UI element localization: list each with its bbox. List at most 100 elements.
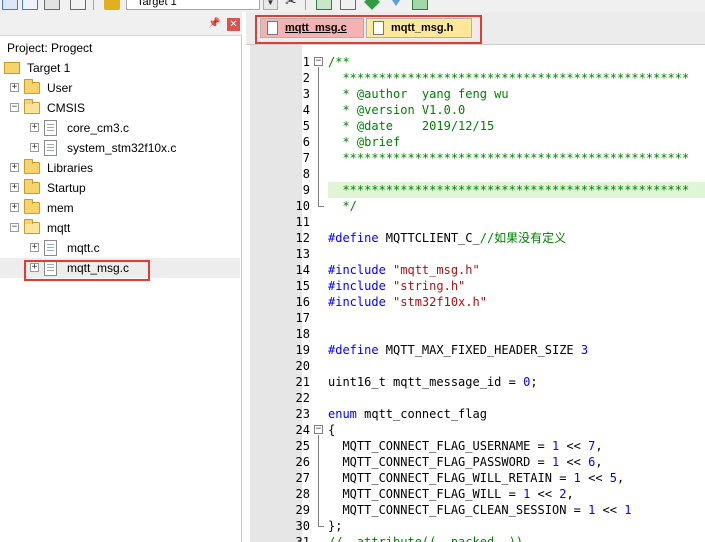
code-token: 1 (624, 503, 632, 517)
line-number: 19 (295, 343, 310, 357)
code-token: enum (328, 407, 357, 421)
window-icon[interactable] (22, 0, 38, 10)
code-token: //如果没有定义 (479, 231, 567, 245)
code-text: ****************************************… (328, 150, 705, 166)
expand-icon[interactable]: + (30, 143, 39, 152)
collapse-icon[interactable]: − (10, 223, 19, 232)
code-token: 5 (609, 471, 618, 485)
window-stack-icon[interactable] (340, 0, 356, 10)
code-line[interactable]: 17 (246, 310, 705, 326)
line-number: 21 (295, 375, 310, 389)
code-token: #include (328, 295, 386, 309)
target-options-icon[interactable]: ✂ (285, 0, 301, 10)
code-text: MQTT_CONNECT_FLAG_USERNAME = 1 << 7, (328, 438, 705, 454)
tree-item[interactable]: + User (0, 78, 240, 98)
tree-item[interactable]: Target 1 (0, 58, 240, 78)
code-line[interactable]: 4 * @version V1.0.0 (246, 102, 705, 118)
code-line[interactable]: 27 MQTT_CONNECT_FLAG_WILL_RETAIN = 1 << … (246, 470, 705, 486)
code-line[interactable]: 12 #define MQTTCLIENT_C_//如果没有定义 (246, 230, 705, 246)
code-token: * @date 2019/12/15 (328, 119, 495, 133)
copy-icon[interactable] (70, 0, 86, 10)
fold-toggle-icon[interactable]: − (314, 57, 323, 66)
tree-item-label: system_stm32f10x.c (67, 141, 177, 155)
expand-icon[interactable]: + (30, 123, 39, 132)
target-select[interactable]: Target 1 (126, 0, 260, 10)
tree-item[interactable]: + Startup (0, 178, 240, 198)
stack-icon[interactable] (44, 0, 60, 10)
code-line[interactable]: 13 (246, 246, 705, 262)
close-icon[interactable]: ✕ (227, 18, 240, 31)
code-line[interactable]: 8 (246, 166, 705, 182)
code-token: MQTT_CONNECT_FLAG_PASSWORD = (328, 455, 552, 469)
funnel-icon[interactable] (388, 0, 404, 10)
tree-item[interactable]: − mqtt (0, 218, 240, 238)
code-token: MQTT_CONNECT_FLAG_USERNAME = (328, 439, 552, 453)
code-line[interactable]: 31 //__attribute((__packed__)) (246, 534, 705, 542)
code-line[interactable]: 15 #include "string.h" (246, 278, 705, 294)
chevron-down-icon[interactable]: ▼ (263, 0, 278, 10)
code-token: << (595, 503, 625, 517)
code-line[interactable]: 23 enum mqtt_connect_flag (246, 406, 705, 422)
code-line[interactable]: 2 **************************************… (246, 70, 705, 86)
tree-item-label: mqtt.c (67, 241, 100, 255)
code-text: enum mqtt_connect_flag (328, 406, 705, 422)
tree-item[interactable]: + core_cm3.c (0, 118, 240, 138)
check-icon[interactable] (412, 0, 428, 10)
code-token: << (559, 455, 589, 469)
code-line[interactable]: 1−/** (246, 54, 705, 70)
code-line[interactable]: 29 MQTT_CONNECT_FLAG_CLEAN_SESSION = 1 <… (246, 502, 705, 518)
code-line[interactable]: 7 **************************************… (246, 150, 705, 166)
code-line[interactable]: 5 * @date 2019/12/15 (246, 118, 705, 134)
toolbar: Target 1 ▼ ✂ (0, 0, 705, 12)
folder-icon (24, 199, 40, 214)
code-line[interactable]: 22 (246, 390, 705, 406)
expand-icon[interactable]: + (10, 163, 19, 172)
code-line[interactable]: 16 #include "stm32f10x.h" (246, 294, 705, 310)
tree-item[interactable]: + mqtt.c (0, 238, 240, 258)
diamond-down-icon[interactable] (364, 0, 380, 10)
expand-icon[interactable]: + (10, 183, 19, 192)
code-token: 1 (573, 471, 581, 485)
build-icon[interactable] (104, 0, 120, 10)
code-line[interactable]: 10 */ (246, 198, 705, 214)
code-token: */ (328, 199, 357, 213)
code-line[interactable]: 26 MQTT_CONNECT_FLAG_PASSWORD = 1 << 6, (246, 454, 705, 470)
code-line[interactable]: 11 (246, 214, 705, 230)
tree-item[interactable]: + Libraries (0, 158, 240, 178)
line-number: 6 (302, 135, 310, 149)
code-line[interactable]: 19 #define MQTT_MAX_FIXED_HEADER_SIZE 3 (246, 342, 705, 358)
code-line[interactable]: 28 MQTT_CONNECT_FLAG_WILL = 1 << 2, (246, 486, 705, 502)
line-number: 17 (295, 311, 310, 325)
code-line[interactable]: 6 * @brief (246, 134, 705, 150)
layers-icon[interactable] (316, 0, 332, 10)
code-line[interactable]: 20 (246, 358, 705, 374)
code-line[interactable]: 21 uint16_t mqtt_message_id = 0; (246, 374, 705, 390)
code-line[interactable]: 14 #include "mqtt_msg.h" (246, 262, 705, 278)
toolbar-separator (93, 0, 94, 10)
code-line[interactable]: 24−{ (246, 422, 705, 438)
code-line[interactable]: 18 (246, 326, 705, 342)
file-icon (44, 120, 57, 136)
code-text: MQTT_CONNECT_FLAG_WILL = 1 << 2, (328, 486, 705, 502)
fold-toggle-icon[interactable]: − (314, 425, 323, 434)
pin-icon[interactable]: 📌 (208, 18, 220, 29)
code-line[interactable]: 9 **************************************… (246, 182, 705, 198)
code-line[interactable]: 30}; (246, 518, 705, 534)
project-panel: 📌 ✕ Project: Progect Target 1 + User − CMSIS… (0, 12, 242, 542)
line-number: 22 (295, 391, 310, 405)
code-line[interactable]: 25 MQTT_CONNECT_FLAG_USERNAME = 1 << 7, (246, 438, 705, 454)
tree-item-label: Startup (47, 181, 86, 195)
tree-item[interactable]: + system_stm32f10x.c (0, 138, 240, 158)
code-token: #include (328, 279, 386, 293)
expand-icon[interactable]: + (30, 243, 39, 252)
expand-icon[interactable]: + (10, 83, 19, 92)
grid-icon[interactable] (2, 0, 18, 10)
expand-icon[interactable]: + (10, 203, 19, 212)
code-line[interactable]: 3 * @author yang feng wu (246, 86, 705, 102)
tree-item[interactable]: + mem (0, 198, 240, 218)
line-number: 28 (295, 487, 310, 501)
code-text: * @version V1.0.0 (328, 102, 705, 118)
collapse-icon[interactable]: − (10, 103, 19, 112)
tree-item[interactable]: − CMSIS (0, 98, 240, 118)
